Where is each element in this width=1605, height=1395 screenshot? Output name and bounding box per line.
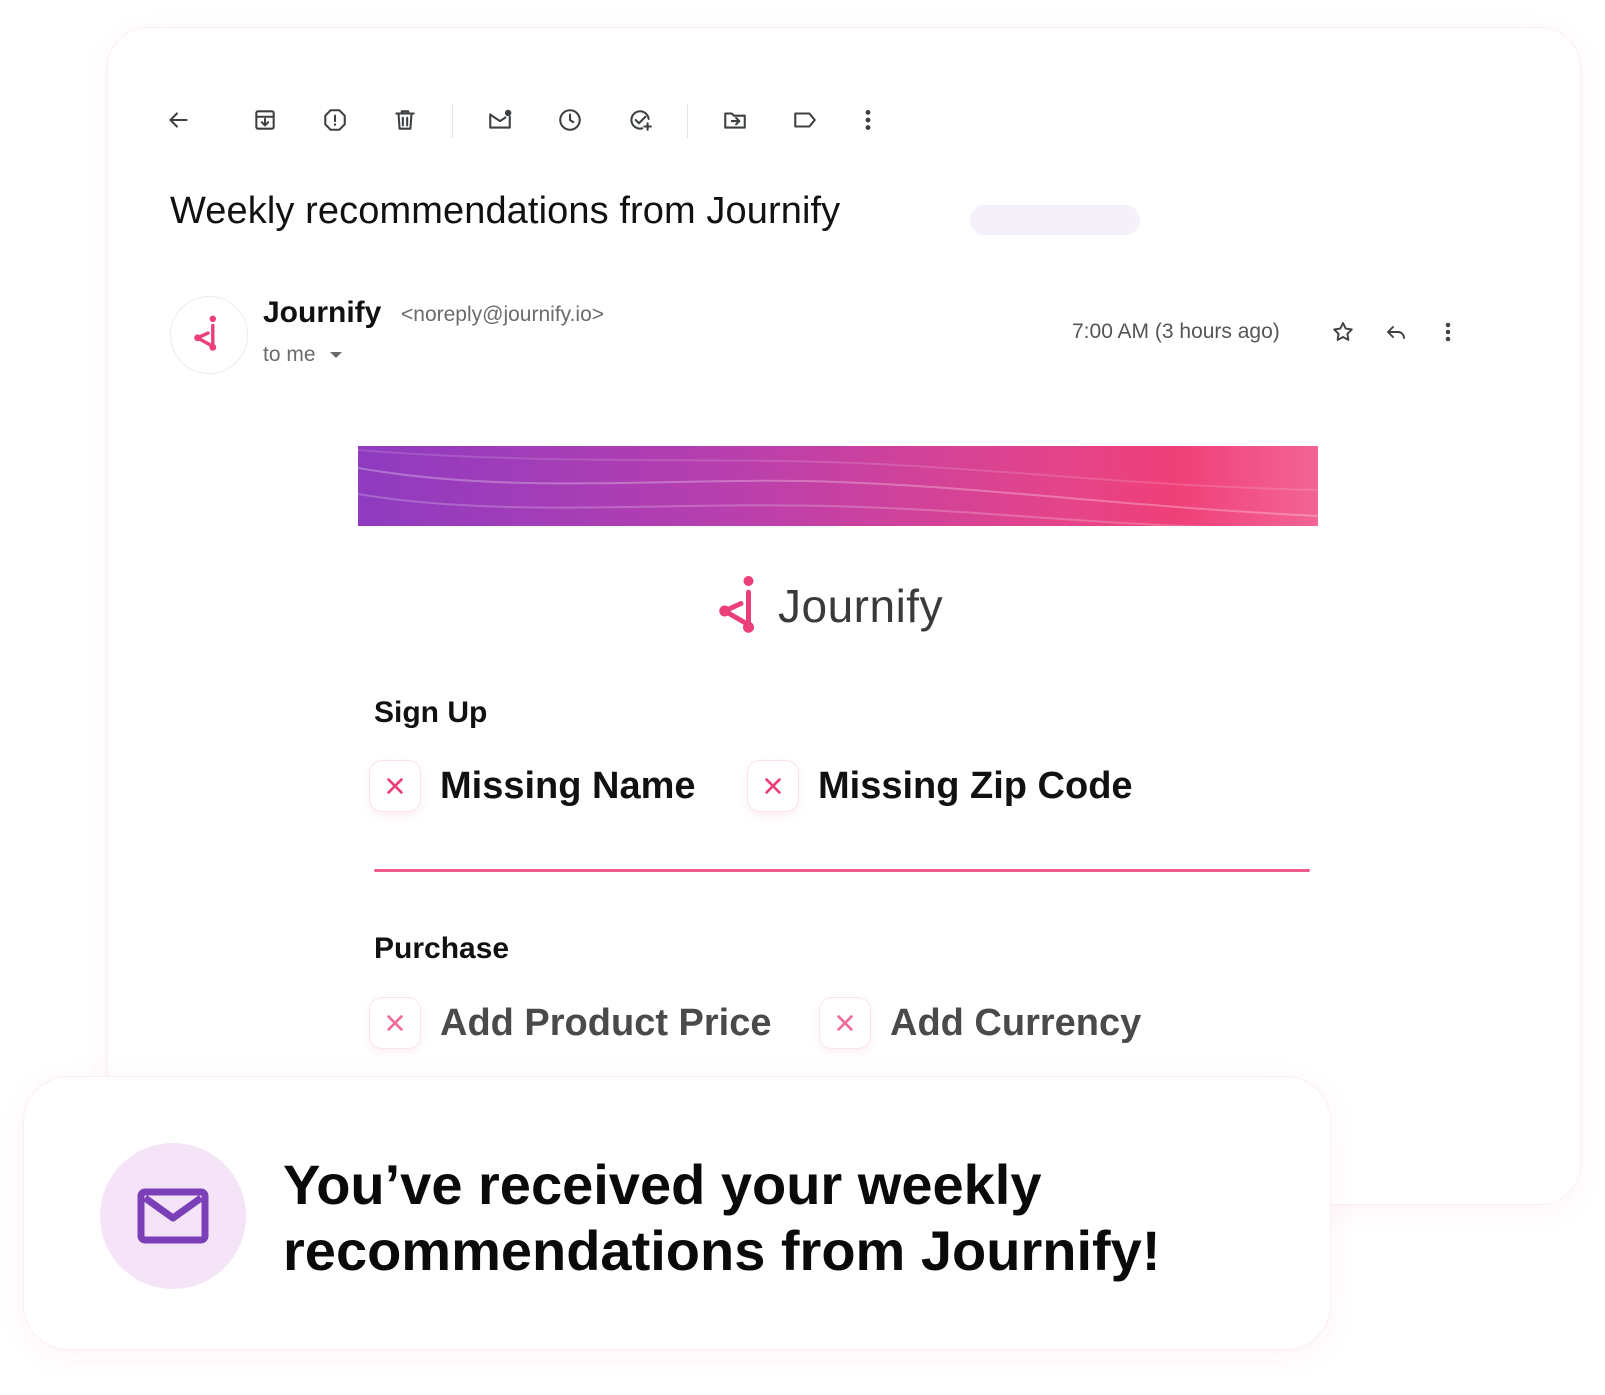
sender-avatar <box>170 296 248 374</box>
sender-email: <noreply@journify.io> <box>401 303 605 326</box>
label-button[interactable] <box>785 100 825 140</box>
add-task-button[interactable] <box>620 100 660 140</box>
report-spam-button[interactable] <box>315 100 355 140</box>
star-icon <box>1333 322 1353 341</box>
archive-button[interactable] <box>245 100 285 140</box>
back-arrow-icon <box>169 112 188 128</box>
recommendation-label: Add Currency <box>890 1001 1142 1044</box>
recommendation-item[interactable]: Missing Name <box>370 761 696 811</box>
email-toolbar <box>108 28 1580 168</box>
add-task-icon <box>630 110 652 131</box>
recommendation-label: Missing Zip Code <box>818 764 1133 807</box>
recommendation-label: Add Product Price <box>440 1001 772 1044</box>
caret-down-icon <box>329 352 342 358</box>
email-view: Weekly recommendations from Journify Jou… <box>108 28 1580 1204</box>
delete-icon <box>395 110 415 130</box>
recipient-details-toggle[interactable]: to me <box>263 343 342 367</box>
notification-toast[interactable]: You’ve received your weekly recommendati… <box>24 1077 1330 1349</box>
status-x-badge <box>748 761 798 811</box>
more-vert-icon <box>1445 322 1451 342</box>
recommendation-item[interactable]: Add Product Price <box>370 998 772 1048</box>
snooze-button[interactable] <box>550 100 590 140</box>
toolbar-divider <box>452 104 453 138</box>
mail-icon-badge <box>100 1143 246 1289</box>
more-vert-icon <box>865 109 871 131</box>
back-button[interactable] <box>158 100 198 140</box>
close-x-icon <box>765 778 781 794</box>
delete-button[interactable] <box>385 100 425 140</box>
section-title-purchase: Purchase <box>374 932 510 965</box>
journify-logo-icon <box>194 315 217 351</box>
notification-message: You’ve received your weekly recommendati… <box>283 1153 1161 1282</box>
close-x-icon <box>387 1015 403 1031</box>
status-x-badge <box>370 761 420 811</box>
sender-name: Journify <box>263 296 382 329</box>
section-divider <box>374 869 1310 872</box>
close-x-icon <box>837 1015 853 1031</box>
email-subject: Weekly recommendations from Journify <box>170 190 841 232</box>
email-header-banner <box>358 446 1318 526</box>
section-title-sign-up: Sign Up <box>374 696 488 729</box>
status-x-badge <box>820 998 870 1048</box>
message-more-button[interactable] <box>1430 314 1466 350</box>
move-to-button[interactable] <box>715 100 755 140</box>
star-button[interactable] <box>1325 314 1361 350</box>
reply-button[interactable] <box>1378 314 1414 350</box>
mark-unread-button[interactable] <box>480 100 520 140</box>
banner-wave-decoration <box>358 449 1318 526</box>
more-options-button[interactable] <box>848 100 888 140</box>
recipient-label: to me <box>263 343 316 366</box>
email-timestamp: 7:00 AM (3 hours ago) <box>1072 320 1280 343</box>
move-to-icon <box>724 112 746 129</box>
journify-brand: Journify <box>716 573 943 639</box>
subject-label-chip <box>970 205 1140 235</box>
recommendation-label: Missing Name <box>440 764 696 807</box>
close-x-icon <box>387 778 403 794</box>
recommendation-item[interactable]: Add Currency <box>820 998 1141 1048</box>
reply-icon <box>1387 326 1405 339</box>
journify-logo-icon <box>719 576 754 633</box>
status-x-badge <box>370 998 420 1048</box>
label-icon <box>794 112 816 128</box>
toolbar-divider <box>687 104 688 138</box>
report-spam-icon <box>324 109 346 131</box>
mail-icon <box>137 1188 209 1244</box>
archive-icon <box>255 110 275 130</box>
mark-unread-icon <box>489 109 512 129</box>
recommendation-item[interactable]: Missing Zip Code <box>748 761 1133 811</box>
snooze-icon <box>559 109 581 131</box>
brand-name: Journify <box>778 580 944 632</box>
